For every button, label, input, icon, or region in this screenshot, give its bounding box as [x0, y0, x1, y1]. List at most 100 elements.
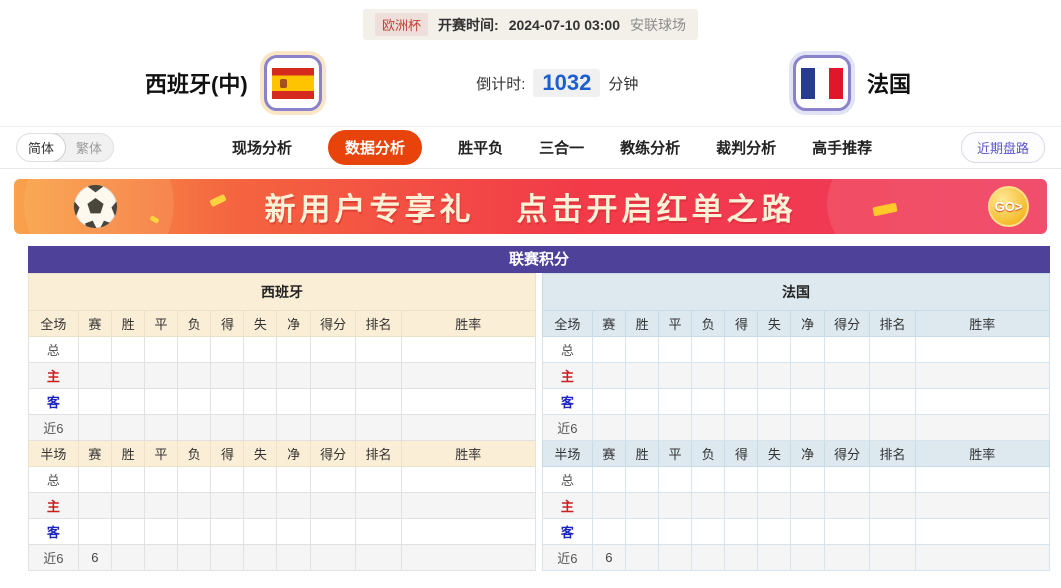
stat-cell [77, 414, 113, 441]
stat-cell [243, 466, 278, 493]
countdown-label: 倒计时: [476, 75, 526, 93]
stat-cell [309, 336, 357, 363]
column-header: 胜率 [914, 440, 1051, 467]
stat-cell [144, 466, 179, 493]
row-label-away: 客 [542, 388, 593, 415]
recent-trend-button[interactable]: 近期盘路 [960, 132, 1045, 163]
row-label-total: 总 [28, 336, 79, 363]
promo-banner[interactable]: 新用户专享礼 点击开启红单之路 GO> [14, 179, 1047, 234]
stat-cell [823, 336, 871, 363]
stat-cell [309, 466, 357, 493]
column-header: 平 [658, 440, 693, 467]
column-header: 净 [790, 310, 825, 337]
stat-cell [309, 388, 357, 415]
column-header: 净 [276, 310, 311, 337]
stat-cell [243, 414, 278, 441]
stat-cell [400, 388, 537, 415]
match-info-bar: 欧洲杯 开赛时间: 2024-07-10 03:00 安联球场 [363, 9, 698, 40]
stat-cell [355, 414, 402, 441]
column-header: 负 [177, 310, 212, 337]
table-title: 联赛积分 [28, 246, 1050, 273]
stat-cell [757, 362, 792, 389]
column-header: 赛 [77, 310, 113, 337]
tab-expert-picks[interactable]: 高手推荐 [812, 137, 872, 158]
language-toggle[interactable]: 简体 繁体 [16, 133, 115, 162]
stat-cell [724, 518, 759, 545]
column-header: 赛 [77, 440, 113, 467]
stat-cell [111, 362, 146, 389]
column-header: 排名 [355, 440, 402, 467]
stat-cell [144, 414, 179, 441]
section-header-label: 全场 [28, 310, 79, 337]
stat-cell [591, 336, 627, 363]
column-header: 失 [757, 310, 792, 337]
stat-cell [869, 492, 916, 519]
tab-data-analysis[interactable]: 数据分析 [328, 130, 423, 165]
stat-cell [400, 492, 537, 519]
column-header: 胜 [625, 440, 660, 467]
table-row: 客 [28, 388, 537, 415]
stat-cell [276, 414, 311, 441]
stat-cell [77, 518, 113, 545]
away-team-flag [792, 55, 851, 111]
stat-cell [243, 518, 278, 545]
stat-cell [869, 466, 916, 493]
stat-cell [355, 492, 402, 519]
tab-live-analysis[interactable]: 现场分析 [232, 137, 292, 158]
away-team-table: 法国 全场赛胜平负得失净得分 排名 胜率总主客近6 半场赛胜平负得失净得分 排名 胜率总主客… [542, 273, 1051, 571]
stat-cell [625, 466, 660, 493]
stat-cell [658, 492, 693, 519]
lang-simplified[interactable]: 简体 [17, 134, 67, 161]
team-table-header: 西班牙 [28, 273, 536, 311]
column-header: 得 [210, 310, 245, 337]
stat-cell [591, 492, 627, 519]
stat-cell [658, 336, 693, 363]
stat-cell [144, 518, 179, 545]
team-table-header: 法国 [542, 273, 1050, 311]
table-row: 客 [542, 388, 1051, 415]
table-row: 近6 [542, 414, 1051, 441]
lang-traditional[interactable]: 繁体 [65, 134, 113, 161]
stat-cell [276, 362, 311, 389]
stat-cell [355, 388, 402, 415]
stat-cell [691, 414, 726, 441]
tab-referee-analysis[interactable]: 裁判分析 [716, 137, 776, 158]
stat-cell: 6 [77, 544, 113, 571]
stat-cell [790, 388, 825, 415]
go-button[interactable]: GO> [988, 186, 1029, 227]
column-header: 净 [790, 440, 825, 467]
away-team-group: 法国 [792, 55, 911, 111]
stat-cell [355, 544, 402, 571]
column-header: 赛 [591, 310, 627, 337]
stat-cell [77, 362, 113, 389]
stat-cell [658, 518, 693, 545]
column-header: 排名 [355, 310, 402, 337]
stat-cell [790, 336, 825, 363]
table-row: 主 [542, 362, 1051, 389]
stat-cell [111, 466, 146, 493]
tab-win-draw-lose[interactable]: 胜平负 [458, 137, 503, 158]
stat-cell [144, 544, 179, 571]
kickoff-time: 2024-07-10 03:00 [508, 16, 620, 33]
tab-three-in-one[interactable]: 三合一 [539, 137, 584, 158]
team-strip: 西班牙(中) 倒计时: 1032 分钟 法国 [0, 40, 1061, 126]
stat-cell [111, 414, 146, 441]
stat-cell [724, 414, 759, 441]
stat-cell [210, 414, 245, 441]
column-header: 胜 [111, 310, 146, 337]
stat-cell [309, 362, 357, 389]
column-header: 平 [658, 310, 693, 337]
column-header: 净 [276, 440, 311, 467]
stat-cell [400, 362, 537, 389]
row-label-recent: 近6 [542, 544, 593, 571]
stat-cell [869, 362, 916, 389]
stat-cell [400, 336, 537, 363]
stat-cell [691, 544, 726, 571]
stat-cell [757, 336, 792, 363]
column-header: 平 [144, 310, 179, 337]
stat-cell [914, 518, 1051, 545]
tab-coach-analysis[interactable]: 教练分析 [620, 137, 680, 158]
stat-cell [823, 362, 871, 389]
stat-cell [591, 466, 627, 493]
column-header: 负 [691, 440, 726, 467]
